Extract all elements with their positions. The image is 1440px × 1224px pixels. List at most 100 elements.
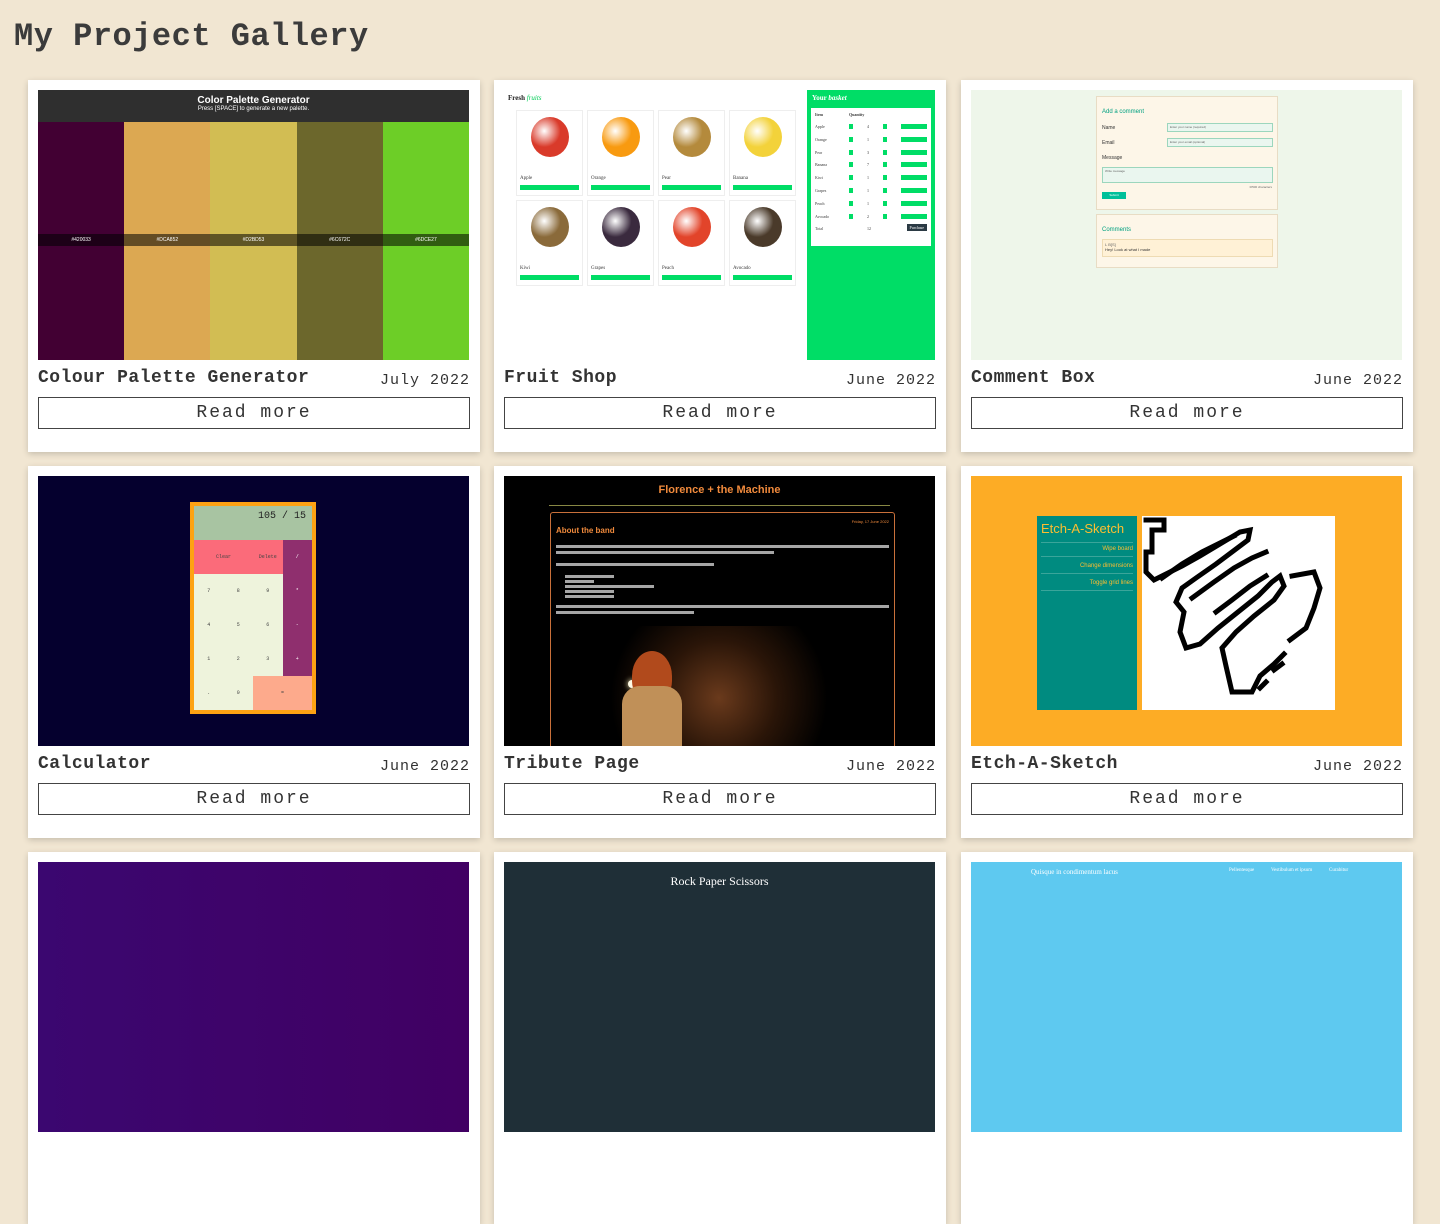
calculator-key[interactable]: =	[253, 676, 312, 710]
remove-button[interactable]	[901, 162, 927, 168]
fruit-card: Kiwi	[516, 200, 583, 286]
etch-title: Etch-A-Sketch	[1041, 521, 1125, 536]
add-to-basket-button[interactable]	[591, 275, 650, 280]
swatch-hex-label: #6C672C	[296, 234, 383, 246]
remove-button[interactable]	[901, 149, 927, 155]
calculator-key[interactable]: 3	[253, 642, 283, 676]
project-date: June 2022	[845, 758, 936, 775]
basket-row: Grapes 1	[815, 188, 927, 194]
swatch-hex-label: #420033	[38, 234, 125, 246]
fruit-card: Avocado	[729, 200, 796, 286]
project-thumbnail[interactable]: Quisque in condimentum lacus Pellentesqu…	[971, 862, 1402, 1132]
remove-button[interactable]	[901, 188, 927, 193]
calculator-key[interactable]: 5	[223, 608, 253, 642]
basket-header: Item Quantity	[815, 112, 865, 117]
calculator-key[interactable]: Delete	[253, 540, 283, 574]
remove-button[interactable]	[901, 124, 927, 129]
project-card-calculator: 105 / 15 Clear Delete/ 7 8 9 * 4 5 6- 1 2 3 +. 0 = Cal…	[28, 466, 480, 838]
calculator-key[interactable]: 1	[194, 642, 224, 676]
project-thumbnail[interactable]: Color Palette Generator Press [SPACE] to…	[38, 90, 469, 360]
basket-table: Item Quantity Apple 4 Orange 1 Pear 3 Banana 7 Kiw…	[811, 108, 931, 246]
project-thumbnail[interactable]	[38, 862, 469, 1132]
project-thumbnail[interactable]: Add a comment Name Enter your name (requ…	[971, 90, 1402, 360]
calculator-key[interactable]: 0	[223, 676, 253, 710]
blue-heading: Quisque in condimentum lacus	[1031, 868, 1118, 876]
fruit-image	[743, 117, 782, 157]
project-thumbnail[interactable]: Etch-A-Sketch Wipe board Change dimensio…	[971, 476, 1402, 746]
project-date: June 2022	[1312, 758, 1403, 775]
calculator-key[interactable]: /	[282, 540, 312, 574]
remove-button[interactable]	[901, 213, 927, 219]
fruit-card: Grapes	[587, 200, 654, 286]
project-thumbnail[interactable]: Fresh fruits Apple Orange Pear Banana Kiwi Gr…	[504, 90, 935, 360]
calculator-key[interactable]: Clear	[194, 540, 253, 574]
basket-row: Kiwi 1	[815, 175, 927, 181]
message-field[interactable]: Write message	[1102, 167, 1273, 183]
swatch-hex-label: #6DCE27	[382, 234, 469, 246]
calculator-key[interactable]: -	[282, 608, 312, 642]
palette-swatch[interactable]: #6C672C	[296, 122, 383, 360]
palette-heading: Color Palette Generator	[197, 95, 310, 106]
calculator-key[interactable]: 2	[223, 642, 253, 676]
read-more-button[interactable]: Read more	[38, 783, 470, 815]
palette-swatch[interactable]: #D2BD53	[210, 122, 297, 360]
submit-button[interactable]: Submit	[1102, 192, 1126, 199]
remove-button[interactable]	[901, 200, 927, 206]
project-thumbnail[interactable]: 105 / 15 Clear Delete/ 7 8 9 * 4 5 6- 1 2 3 +. 0 =	[38, 476, 469, 746]
toggle-grid-option[interactable]: Toggle grid lines	[1090, 580, 1133, 586]
calculator-key[interactable]: 4	[194, 608, 224, 642]
calculator-key[interactable]: *	[282, 574, 312, 608]
name-field[interactable]: Enter your name (required)	[1167, 123, 1273, 132]
remove-button[interactable]	[901, 175, 927, 181]
read-more-button[interactable]: Read more	[504, 397, 936, 429]
project-thumbnail[interactable]: Rock Paper Scissors	[504, 862, 935, 1132]
palette-swatch[interactable]: #420033	[38, 122, 125, 360]
purchase-button[interactable]: Purchase	[906, 224, 927, 231]
read-more-button[interactable]: Read more	[971, 783, 1403, 815]
project-card-partial: Quisque in condimentum lacus Pellentesqu…	[961, 852, 1413, 1224]
project-title: Colour Palette Generator	[38, 368, 310, 388]
fruit-card: Banana	[729, 110, 796, 196]
blue-nav-item[interactable]: Pellentesque	[1229, 868, 1254, 873]
blue-nav-item[interactable]: Vestibulum et ipsum	[1271, 868, 1312, 873]
add-to-basket-button[interactable]	[733, 185, 792, 190]
project-date: July 2022	[379, 372, 470, 389]
blue-nav-item[interactable]: Curabitur	[1329, 868, 1348, 873]
calculator-key[interactable]: 8	[223, 574, 253, 608]
calculator-keys: Clear Delete/ 7 8 9 * 4 5 6- 1 2 3 +. 0 =	[194, 540, 312, 710]
add-to-basket-button[interactable]	[520, 275, 579, 280]
project-title: Fruit Shop	[504, 368, 618, 388]
calculator-key[interactable]: 6	[253, 608, 283, 642]
project-card-partial: Rock Paper Scissors	[494, 852, 946, 1224]
fruit-image	[672, 117, 711, 157]
fruit-card: Peach	[658, 200, 725, 286]
read-more-button[interactable]: Read more	[504, 783, 936, 815]
project-card-etch-a-sketch: Etch-A-Sketch Wipe board Change dimensio…	[961, 466, 1413, 838]
add-to-basket-button[interactable]	[733, 275, 792, 280]
add-to-basket-button[interactable]	[662, 185, 721, 190]
project-date: June 2022	[845, 372, 936, 389]
change-dimensions-option[interactable]: Change dimensions	[1080, 563, 1133, 569]
palette-swatch[interactable]: #DCA852	[124, 122, 211, 360]
fruit-name: Avocado	[733, 266, 751, 271]
project-title: Etch-A-Sketch	[971, 754, 1118, 774]
project-thumbnail[interactable]: Florence + the Machine Friday, 17 June 2…	[504, 476, 935, 746]
etch-board[interactable]	[1142, 516, 1335, 710]
tribute-date: Friday, 17 June 2022	[851, 519, 889, 524]
comment-form: Add a comment Name Enter your name (requ…	[1096, 96, 1278, 210]
add-to-basket-button[interactable]	[520, 185, 579, 190]
add-to-basket-button[interactable]	[662, 275, 721, 280]
swatch-hex-label: #D2BD53	[210, 234, 297, 246]
remove-button[interactable]	[901, 136, 927, 142]
wipe-board-option[interactable]: Wipe board	[1102, 546, 1133, 552]
read-more-button[interactable]: Read more	[971, 397, 1403, 429]
calculator-key[interactable]: 7	[194, 574, 224, 608]
email-field[interactable]: Enter your email (optional)	[1167, 138, 1273, 147]
calculator-key[interactable]: +	[282, 642, 312, 676]
palette-swatch[interactable]: #6DCE27	[382, 122, 469, 360]
calculator-key[interactable]: 9	[253, 574, 283, 608]
add-to-basket-button[interactable]	[591, 185, 650, 190]
calculator-key[interactable]: .	[194, 676, 224, 710]
read-more-button[interactable]: Read more	[38, 397, 470, 429]
project-title: Tribute Page	[504, 754, 640, 774]
